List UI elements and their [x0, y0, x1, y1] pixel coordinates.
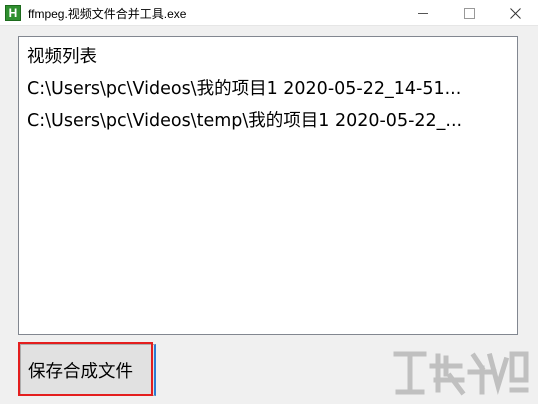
maximize-icon — [463, 7, 475, 19]
minimize-button[interactable] — [400, 0, 446, 26]
watermark-logo — [393, 351, 529, 396]
app-icon: H — [5, 5, 21, 21]
maximize-button[interactable] — [446, 0, 492, 26]
list-item[interactable]: C:\Users\pc\Videos\我的项目1 2020-05-22_14-5… — [27, 75, 517, 100]
title-bar: H ffmpeg.视频文件合并工具.exe — [0, 0, 538, 26]
close-button[interactable] — [492, 0, 538, 26]
minimize-icon — [418, 12, 428, 14]
window-title: ffmpeg.视频文件合并工具.exe — [28, 7, 187, 21]
list-item[interactable]: C:\Users\pc\Videos\temp\我的项目1 2020-05-22… — [27, 107, 517, 132]
video-list[interactable]: 视频列表 C:\Users\pc\Videos\我的项目1 2020-05-22… — [18, 36, 518, 335]
save-merged-file-button[interactable]: 保存合成文件 — [20, 344, 156, 396]
close-icon — [509, 7, 521, 19]
list-header: 视频列表 — [27, 47, 97, 67]
